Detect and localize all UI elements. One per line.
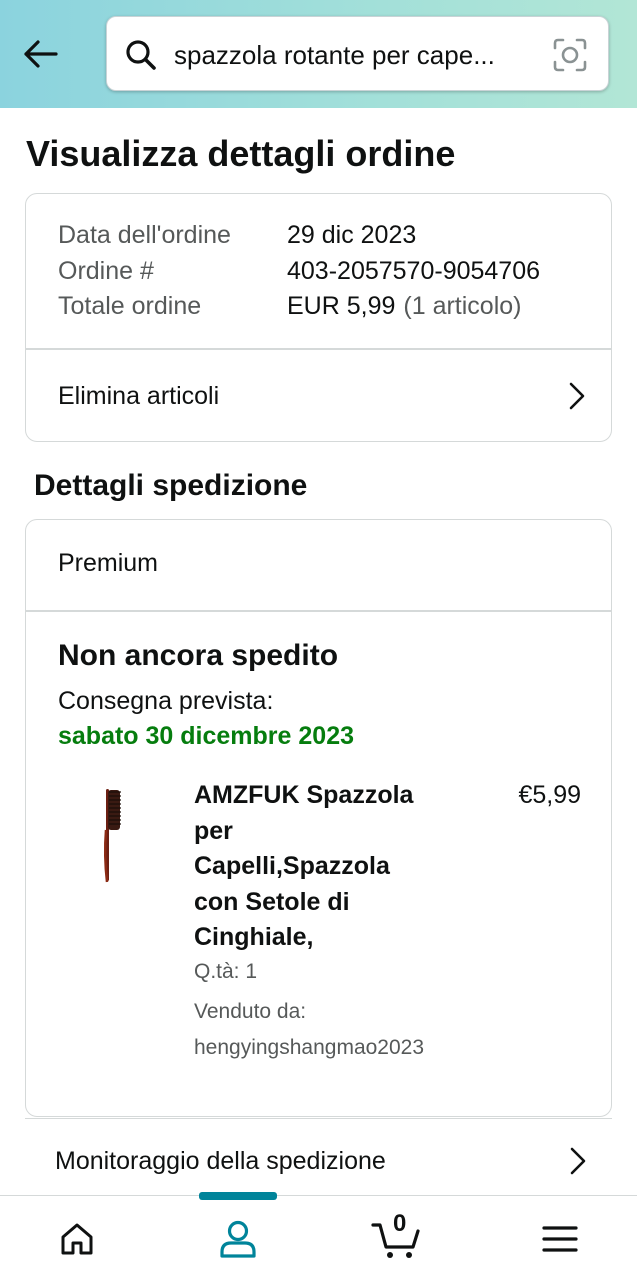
bottom-navigation: 0	[0, 1192, 637, 1280]
shipment-tracking-label: Monitoraggio della spedizione	[55, 1146, 386, 1175]
chevron-right-icon	[568, 1146, 588, 1176]
product-title-link[interactable]: AMZFUK Spazzola per Capelli,Spazzola con…	[194, 778, 434, 956]
remove-items-label: Elimina articoli	[58, 381, 220, 410]
shipment-status: Non ancora spedito	[58, 639, 339, 672]
search-bar[interactable]: spazzola rotante per cape...	[106, 16, 609, 91]
search-query-text[interactable]: spazzola rotante per cape...	[174, 39, 544, 71]
order-number-row: Ordine # 403-2057570-9054706	[58, 254, 540, 288]
back-arrow-icon[interactable]	[18, 34, 62, 74]
page-title: Visualizza dettagli ordine	[26, 133, 456, 174]
search-icon	[125, 39, 157, 71]
remove-items-link[interactable]: Elimina articoli	[26, 350, 611, 442]
camera-scan-icon[interactable]	[552, 37, 588, 73]
order-total-label: Totale ordine	[58, 292, 202, 320]
product-quantity: Q.tà: 1	[194, 960, 258, 983]
order-number-label: Ordine #	[58, 257, 154, 285]
account-icon[interactable]	[198, 1196, 278, 1280]
shipment-tracking-link[interactable]: Monitoraggio della spedizione	[25, 1141, 612, 1181]
seller-info: Venduto da: hengyingshangmao2023	[194, 1000, 425, 1059]
menu-icon[interactable]	[520, 1196, 600, 1280]
shipment-card: Premium Non ancora spedito Consegna prev…	[25, 519, 612, 1117]
order-total-row: Totale ordine EUR 5,99 (1 articolo)	[58, 289, 521, 323]
top-bar: spazzola rotante per cape...	[0, 0, 637, 108]
order-date-value: 29 dic 2023	[287, 221, 417, 249]
cart-count-badge: 0	[393, 1210, 407, 1237]
product-image[interactable]	[100, 786, 124, 886]
cart-icon[interactable]	[357, 1196, 437, 1280]
product-price: €5,99	[518, 781, 581, 809]
order-number-value: 403-2057570-9054706	[287, 257, 541, 285]
expected-delivery-date: sabato 30 dicembre 2023	[58, 722, 354, 750]
chevron-right-icon	[567, 381, 587, 411]
shipment-section-title: Dettagli spedizione	[34, 469, 308, 502]
order-total-value: EUR 5,99	[287, 292, 396, 320]
order-summary-card: Data dell'ordine 29 dic 2023 Ordine # 40…	[25, 193, 612, 442]
home-icon[interactable]	[37, 1196, 117, 1280]
divider	[26, 610, 611, 612]
order-date-row: Data dell'ordine 29 dic 2023	[58, 218, 416, 252]
expected-delivery-label: Consegna prevista:	[58, 687, 274, 715]
shipping-type: Premium	[58, 549, 159, 577]
order-item-count: (1 articolo)	[403, 292, 522, 320]
order-date-label: Data dell'ordine	[58, 221, 231, 249]
